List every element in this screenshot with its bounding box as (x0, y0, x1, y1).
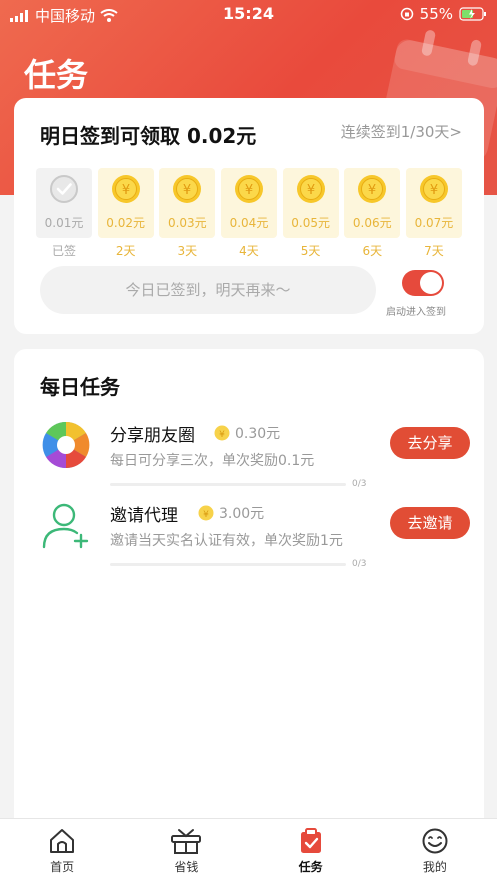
smiley-icon (422, 828, 448, 854)
checkin-streak-link[interactable]: 连续签到1/30天> (341, 121, 462, 142)
checkin-days: 0.01元 已签 ¥ 0.02元 2天 ¥ 0.03元 3天 ¥ 0.04元 4… (36, 168, 462, 259)
auto-checkin-toggle[interactable] (402, 270, 444, 296)
day-label: 3天 (177, 244, 198, 258)
tab-mine[interactable]: 我的 (373, 819, 497, 883)
day-label: 已签 (51, 244, 76, 258)
add-user-icon (42, 503, 89, 549)
checkin-day: ¥ 0.03元 3天 (159, 168, 216, 259)
svg-text:¥: ¥ (368, 183, 376, 198)
day-label: 2天 (115, 244, 136, 258)
task-description: 每日可分享三次，单次奖励0.1元 (110, 453, 315, 469)
tab-label: 任务 (298, 860, 323, 874)
yuan-coin-icon: ¥ (234, 175, 263, 203)
task-name: 分享朋友圈 (110, 426, 195, 446)
tab-label: 首页 (50, 860, 75, 874)
day-label: 7天 (424, 244, 444, 258)
day-amount: 0.03元 (167, 216, 207, 230)
task-reward: ¥ 0.30元 (214, 423, 280, 443)
checkin-day: ¥ 0.05元 5天 (282, 168, 339, 259)
task-item-share: 分享朋友圈 ¥ 0.30元 每日可分享三次，单次奖励0.1元 0/3 去分享 (14, 421, 484, 491)
checkin-day: ¥ 0.04元 4天 (220, 168, 277, 259)
svg-text:¥: ¥ (183, 183, 191, 198)
day-label: 5天 (300, 244, 321, 258)
day-label: 6天 (362, 244, 383, 258)
gift-tv-icon (171, 829, 202, 854)
toggle-knob (420, 272, 442, 294)
yuan-coin-icon: ¥ (173, 175, 202, 203)
task-description: 邀请当天实名认证有效，单次奖励1元 (110, 533, 343, 549)
coin-icon: ¥ (198, 505, 214, 521)
clipboard-icon (300, 828, 321, 853)
task-item-invite: 邀请代理 ¥ 3.00元 邀请当天实名认证有效，单次奖励1元 0/3 去邀请 (14, 501, 484, 571)
invite-button[interactable]: 去邀请 (390, 507, 470, 539)
orientation-lock-icon (400, 7, 413, 21)
yuan-coin-icon: ¥ (419, 175, 448, 203)
svg-text:¥: ¥ (219, 430, 225, 440)
tab-label: 我的 (422, 860, 447, 874)
battery-charging-icon (459, 7, 486, 21)
checkin-day: ¥ 0.06元 6天 (344, 168, 401, 259)
task-reward-amount: 0.30元 (235, 426, 281, 442)
svg-text:¥: ¥ (306, 183, 314, 198)
page-title: 任务 (24, 56, 89, 94)
checkin-day: 0.01元 已签 (36, 168, 92, 259)
svg-text:¥: ¥ (122, 183, 130, 198)
task-progress-bar (110, 563, 346, 566)
task-progress-count: 0/3 (352, 479, 367, 489)
svg-text:¥: ¥ (430, 183, 438, 198)
checkin-title: 明日签到可领取 0.02元 (40, 124, 257, 148)
tab-tasks[interactable]: 任务 (249, 819, 373, 883)
yuan-coin-icon: ¥ (111, 175, 140, 203)
camera-aperture-icon (42, 421, 90, 469)
svg-text:¥: ¥ (245, 183, 253, 198)
task-reward: ¥ 3.00元 (198, 503, 264, 523)
auto-checkin-label: 启动进入签到 (386, 307, 446, 318)
check-circle-icon (50, 175, 78, 203)
battery-percent: 55% (419, 5, 453, 23)
task-progress-bar (110, 483, 346, 486)
yuan-coin-icon: ¥ (296, 175, 325, 203)
day-amount: 0.05元 (291, 216, 330, 230)
share-button[interactable]: 去分享 (390, 427, 470, 459)
task-name: 邀请代理 (110, 506, 178, 526)
tab-home[interactable]: 首页 (0, 819, 124, 883)
yuan-coin-icon: ¥ (358, 175, 387, 203)
signed-status-button[interactable]: 今日已签到，明天再来～ (40, 266, 376, 314)
svg-text:¥: ¥ (203, 510, 209, 520)
checkin-card: 明日签到可领取 0.02元 连续签到1/30天> 0.01元 已签 ¥ 0.02… (14, 98, 484, 334)
day-amount: 0.02元 (106, 216, 146, 230)
daily-tasks-title: 每日任务 (40, 375, 120, 399)
tab-bar: 首页 省钱 任务 我的 (0, 818, 497, 883)
daily-tasks-card: 每日任务 分享朋友圈 ¥ 0.30元 每日可分享三次，单次奖励0.1元 0/3 … (14, 349, 484, 819)
day-label: 4天 (239, 244, 259, 258)
day-amount: 0.06元 (352, 216, 392, 230)
checkin-day: ¥ 0.02元 2天 (97, 168, 154, 259)
coin-icon: ¥ (214, 425, 230, 441)
tab-save-money[interactable]: 省钱 (124, 819, 248, 883)
checkin-day: ¥ 0.07元 7天 (405, 168, 462, 259)
task-progress-count: 0/3 (352, 559, 367, 569)
home-icon (50, 829, 75, 853)
tab-label: 省钱 (174, 860, 199, 874)
day-amount: 0.01元 (44, 216, 84, 230)
day-amount: 0.07元 (414, 216, 454, 230)
status-bar: 中国移动 15:24 55% (0, 0, 497, 30)
day-amount: 0.04元 (229, 216, 269, 230)
task-reward-amount: 3.00元 (219, 506, 265, 522)
